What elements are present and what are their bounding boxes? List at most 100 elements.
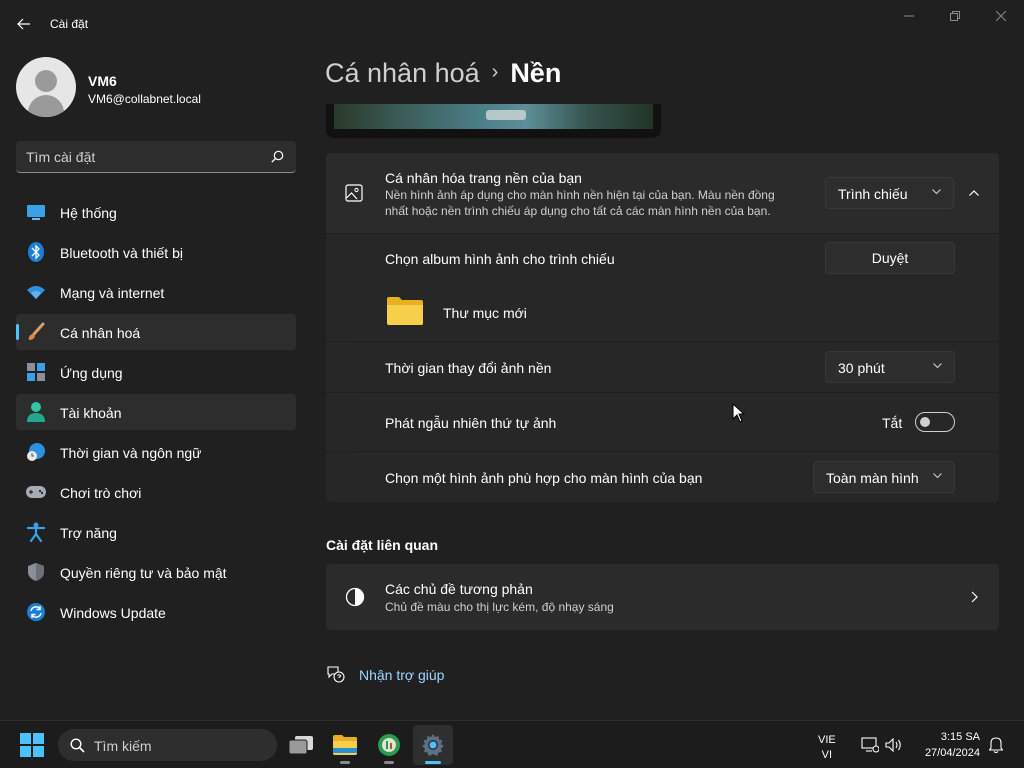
app-title: Cài đặt [50,17,89,31]
app-button[interactable] [369,725,409,765]
network-icon[interactable] [861,737,879,753]
back-button[interactable] [10,10,38,38]
background-title: Cá nhân hóa trang nền của bạn [385,170,582,186]
windows-logo-icon [20,733,44,757]
sidebar-item-time-language[interactable]: Thời gian và ngôn ngữ [16,434,296,470]
title-bar: Cài đặt [0,0,1024,48]
help-icon [327,666,345,683]
sidebar-item-label: Bluetooth và thiết bị [60,245,183,261]
background-description: Nền hình ảnh áp dụng cho màn hình nền hi… [385,188,775,218]
sidebar-item-bluetooth[interactable]: Bluetooth và thiết bị [16,234,296,270]
fit-row: Chọn một hình ảnh phù hợp cho màn hình c… [326,452,999,502]
sidebar-item-label: Chơi trò chơi [60,485,142,501]
sidebar-item-privacy[interactable]: Quyền riêng tư và bảo mật [16,554,296,590]
sidebar-item-label: Tài khoản [60,405,122,421]
mouse-cursor-icon [732,403,746,423]
avatar [16,57,76,117]
chevron-right-icon [971,591,978,603]
interval-label: Thời gian thay đổi ảnh nền [385,360,552,376]
sidebar-item-label: Trợ năng [60,525,117,541]
bluetooth-icon [26,242,46,262]
task-view-icon [288,736,313,755]
wallpaper-preview [326,104,661,138]
sidebar-item-accounts[interactable]: Tài khoản [16,394,296,430]
folder-icon [333,735,357,755]
fit-dropdown[interactable]: Toàn màn hình [813,461,955,493]
breadcrumb-separator: › [491,61,499,83]
shuffle-row: Phát ngẫu nhiên thứ tự ảnh Tắt [326,393,999,451]
chevron-down-icon [933,473,942,479]
contrast-themes-link[interactable]: Các chủ đề tương phản Chủ đề màu cho thị… [326,564,999,630]
get-help-label: Nhận trợ giúp [359,667,445,683]
chart-app-icon [378,734,400,756]
gamepad-icon [26,482,46,502]
interval-value: 30 phút [838,360,885,376]
contrast-description: Chủ đề màu cho thị lực kém, độ nhạy sáng [385,600,614,614]
sidebar-item-accessibility[interactable]: Trợ năng [16,514,296,550]
language-line-2: VI [821,749,833,761]
update-icon [26,602,46,622]
folder-icon [387,297,423,325]
volume-icon[interactable] [885,738,903,752]
related-settings-heading: Cài đặt liên quan [326,537,439,553]
sidebar-item-windows-update[interactable]: Windows Update [16,594,296,630]
fit-value: Toàn màn hình [826,470,919,486]
breadcrumb-parent[interactable]: Cá nhân hoá [325,58,480,88]
chevron-down-icon [933,363,942,369]
fit-label: Chọn một hình ảnh phù hợp cho màn hình c… [385,470,703,486]
sidebar-item-personalization[interactable]: Cá nhân hoá [16,314,296,350]
restore-icon [950,11,960,21]
breadcrumb: Cá nhân hoá › Nền [325,58,561,89]
brush-icon [26,322,46,342]
time-language-icon [26,442,46,462]
sidebar-item-label: Hệ thống [60,205,117,221]
settings-app-button[interactable] [413,725,453,765]
language-line-1: VIE [818,734,836,746]
taskbar-search[interactable]: Tìm kiếm [58,729,277,761]
album-row: Chọn album hình ảnh cho trình chiếu Duyệ… [326,234,999,341]
sidebar-item-label: Windows Update [60,605,166,621]
system-icon [26,202,46,222]
search-icon [70,738,85,753]
album-label: Chọn album hình ảnh cho trình chiếu [385,251,615,267]
sidebar-nav: Hệ thống Bluetooth và thiết bị Mạng và i… [16,194,296,634]
clock-date: 27/04/2024 [924,747,980,759]
page-title: Nền [510,58,562,88]
close-icon [996,11,1006,21]
account-icon [26,402,46,422]
browse-button[interactable]: Duyệt [825,242,955,274]
chevron-up-icon [969,190,979,196]
collapse-button[interactable] [958,177,990,209]
sidebar-item-label: Cá nhân hoá [60,325,141,341]
image-icon [345,184,363,202]
close-button[interactable] [978,4,1024,28]
task-view-button[interactable] [281,725,321,765]
sidebar-item-label: Mạng và internet [60,285,165,301]
input-language-indicator[interactable]: VIE VI [818,733,836,763]
background-type-dropdown[interactable]: Trình chiếu [825,177,954,209]
folder-name[interactable]: Thư mục mới [443,305,527,321]
interval-dropdown[interactable]: 30 phút [825,351,955,383]
sidebar-item-apps[interactable]: Ứng dụng [16,354,296,390]
sidebar-item-system[interactable]: Hệ thống [16,194,296,230]
settings-search-box [16,141,296,173]
settings-search-input[interactable] [26,141,266,172]
notification-bell-icon[interactable] [989,736,1003,753]
taskbar: Tìm kiếm VIE VI 3:15 SA 27/04/2024 [0,720,1024,768]
taskbar-search-label: Tìm kiếm [94,738,152,754]
minimize-button[interactable] [886,4,932,28]
user-name: VM6 [88,73,117,89]
sidebar-item-gaming[interactable]: Chơi trò chơi [16,474,296,510]
start-button[interactable] [12,725,52,765]
shuffle-toggle[interactable] [915,412,955,432]
search-icon [271,150,284,163]
contrast-icon [345,587,365,607]
sidebar-item-network[interactable]: Mạng và internet [16,274,296,310]
contrast-title: Các chủ đề tương phản [385,581,533,597]
chevron-down-icon [932,189,941,195]
maximize-button[interactable] [932,4,978,28]
background-type-card: Cá nhân hóa trang nền của bạn Nền hình ả… [326,153,999,233]
clock[interactable]: 3:15 SA 27/04/2024 [918,729,980,761]
file-explorer-button[interactable] [325,725,365,765]
apps-icon [26,362,46,382]
